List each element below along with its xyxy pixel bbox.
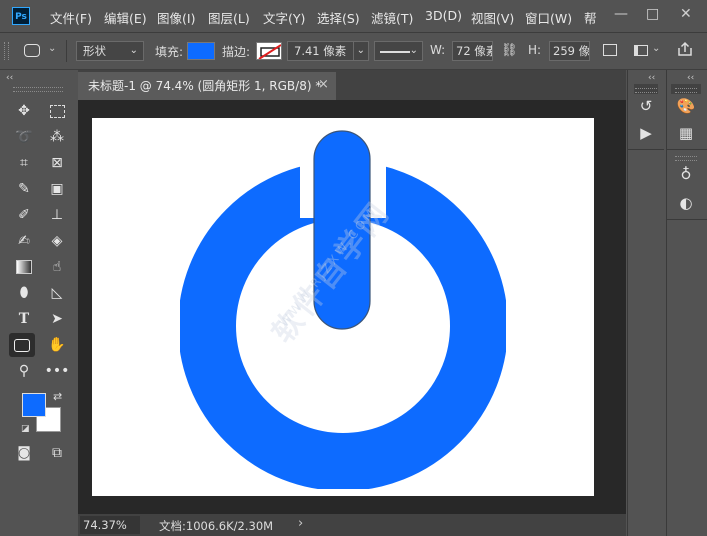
screen-mode-icon[interactable]: ⧉ [44, 441, 70, 465]
menu-layer[interactable]: 图层(L) [208, 8, 250, 27]
collapse-panels-icon[interactable]: ‹‹ [687, 73, 694, 83]
panel-grip[interactable] [675, 156, 697, 161]
panel-grip[interactable] [635, 88, 657, 93]
shape-mode-select[interactable]: 形状 ⌄ [76, 41, 144, 61]
document-canvas[interactable] [92, 118, 594, 496]
path-operations-icon[interactable] [603, 44, 617, 56]
height-label: H: [528, 43, 542, 57]
color-palette-icon[interactable]: 🎨 [671, 97, 701, 115]
blur-tool-icon[interactable]: ☝ [44, 255, 70, 279]
divider [66, 40, 67, 62]
menu-filter[interactable]: 滤镜(T) [371, 8, 413, 27]
chevron-down-icon: ⌄ [129, 45, 138, 56]
stroke-width-value: 7.41 像素 [294, 44, 347, 58]
divider [667, 149, 707, 150]
rounded-rectangle-tool-icon[interactable] [24, 44, 40, 57]
foreground-color-swatch[interactable] [22, 393, 46, 417]
status-menu-arrow-icon[interactable]: › [298, 516, 303, 531]
swatches-grid-icon[interactable]: ▦ [671, 124, 701, 142]
history-brush-tool-icon[interactable]: ✍ [11, 229, 37, 253]
collapse-toolbar-icon[interactable]: ‹‹ [6, 73, 13, 83]
divider [667, 219, 707, 220]
menu-window[interactable]: 窗口(W) [525, 8, 572, 27]
pen-tool-icon[interactable]: ◺ [44, 281, 70, 305]
hand-tool-icon[interactable]: ✋ [44, 333, 70, 357]
chevron-down-icon[interactable]: ⌄ [652, 43, 660, 54]
zoom-level-field[interactable]: 74.37% [80, 516, 140, 534]
more-tools-icon[interactable]: ••• [44, 359, 70, 383]
fill-color-swatch[interactable] [187, 42, 215, 60]
height-input[interactable]: 259 像 [549, 41, 590, 61]
no-stroke-icon [258, 44, 281, 59]
toolbar-grip[interactable] [13, 87, 63, 92]
width-label: W: [430, 43, 446, 57]
close-window-button[interactable]: ✕ [680, 6, 692, 22]
menu-view[interactable]: 视图(V) [471, 8, 514, 27]
menu-type[interactable]: 文字(Y) [263, 8, 305, 27]
maximize-button[interactable]: □ [646, 6, 659, 22]
zoom-tool-icon[interactable]: ⚲ [11, 359, 37, 383]
menu-edit[interactable]: 编辑(E) [104, 8, 147, 27]
clone-stamp-tool-icon[interactable]: ⊥ [44, 203, 70, 227]
width-input[interactable]: 72 像素 [452, 41, 493, 61]
eyedropper-tool-icon[interactable]: ✎ [11, 177, 37, 201]
lasso-tool-icon[interactable]: ➰ [11, 125, 37, 149]
stroke-width-input[interactable]: 7.41 像素 ⌄ [287, 41, 369, 61]
panel-grip[interactable] [675, 88, 697, 93]
minimize-button[interactable]: — [614, 6, 628, 22]
menu-image[interactable]: 图像(I) [157, 8, 195, 27]
rectangle-tool-icon[interactable] [9, 333, 35, 357]
type-tool-icon[interactable]: T [11, 307, 37, 331]
share-icon[interactable] [676, 40, 694, 61]
move-tool-icon[interactable]: ✥ [11, 99, 37, 123]
actions-panel-play-icon[interactable]: ▶ [631, 124, 661, 142]
solid-line-icon [380, 51, 410, 53]
default-colors-icon[interactable]: ◪ [21, 424, 30, 434]
quick-mask-icon[interactable]: ◙ [11, 441, 37, 465]
power-symbol-artwork [178, 130, 508, 491]
divider [628, 149, 664, 150]
close-document-icon[interactable]: × [318, 77, 329, 92]
fill-label: 填充: [155, 45, 184, 59]
magic-wand-tool-icon[interactable]: ⁂ [44, 125, 70, 149]
link-icon[interactable]: ⛓ [501, 43, 518, 58]
tool-preset-chevron-icon[interactable]: ⌄ [48, 43, 56, 54]
learn-lightbulb-icon[interactable]: ♁ [671, 165, 701, 183]
swap-colors-icon[interactable]: ⇄ [53, 390, 62, 403]
brush-tool-icon[interactable]: ✐ [11, 203, 37, 227]
chevron-down-icon: ⌄ [352, 42, 365, 60]
chevron-down-icon: ⌄ [409, 45, 418, 56]
path-selection-tool-icon[interactable]: ➤ [44, 307, 70, 331]
path-alignment-icon[interactable] [634, 45, 648, 56]
menu-file[interactable]: 文件(F) [50, 8, 92, 27]
adjustments-icon[interactable]: ◐ [671, 194, 701, 212]
shape-mode-value: 形状 [83, 44, 106, 58]
marquee-tool-icon[interactable] [44, 99, 70, 123]
dodge-tool-icon[interactable]: ⬮ [11, 281, 37, 305]
crop-tool-icon[interactable]: ⌗ [11, 151, 37, 175]
eraser-tool-icon[interactable]: ◈ [44, 229, 70, 253]
stroke-color-swatch[interactable] [256, 42, 282, 60]
stroke-type-select[interactable]: ⌄ [374, 41, 423, 61]
menu-help[interactable]: 帮 [584, 8, 597, 27]
document-size-info[interactable]: 文档:1006.6K/2.30M [159, 518, 273, 534]
document-tab[interactable]: 未标题-1 @ 74.4% (圆角矩形 1, RGB/8) * [78, 72, 336, 100]
menu-select[interactable]: 选择(S) [317, 8, 360, 27]
gradient-tool-icon[interactable] [11, 255, 37, 279]
frame-tool-icon[interactable]: ⊠ [44, 151, 70, 175]
history-panel-icon[interactable]: ↺ [631, 97, 661, 115]
photoshop-logo-icon[interactable]: Ps [12, 7, 30, 25]
options-grip[interactable] [4, 42, 9, 60]
collapse-panels-icon[interactable]: ‹‹ [648, 73, 655, 83]
stroke-label: 描边: [222, 45, 251, 59]
menu-3d[interactable]: 3D(D) [425, 8, 462, 23]
healing-brush-tool-icon[interactable]: ▣ [44, 177, 70, 201]
